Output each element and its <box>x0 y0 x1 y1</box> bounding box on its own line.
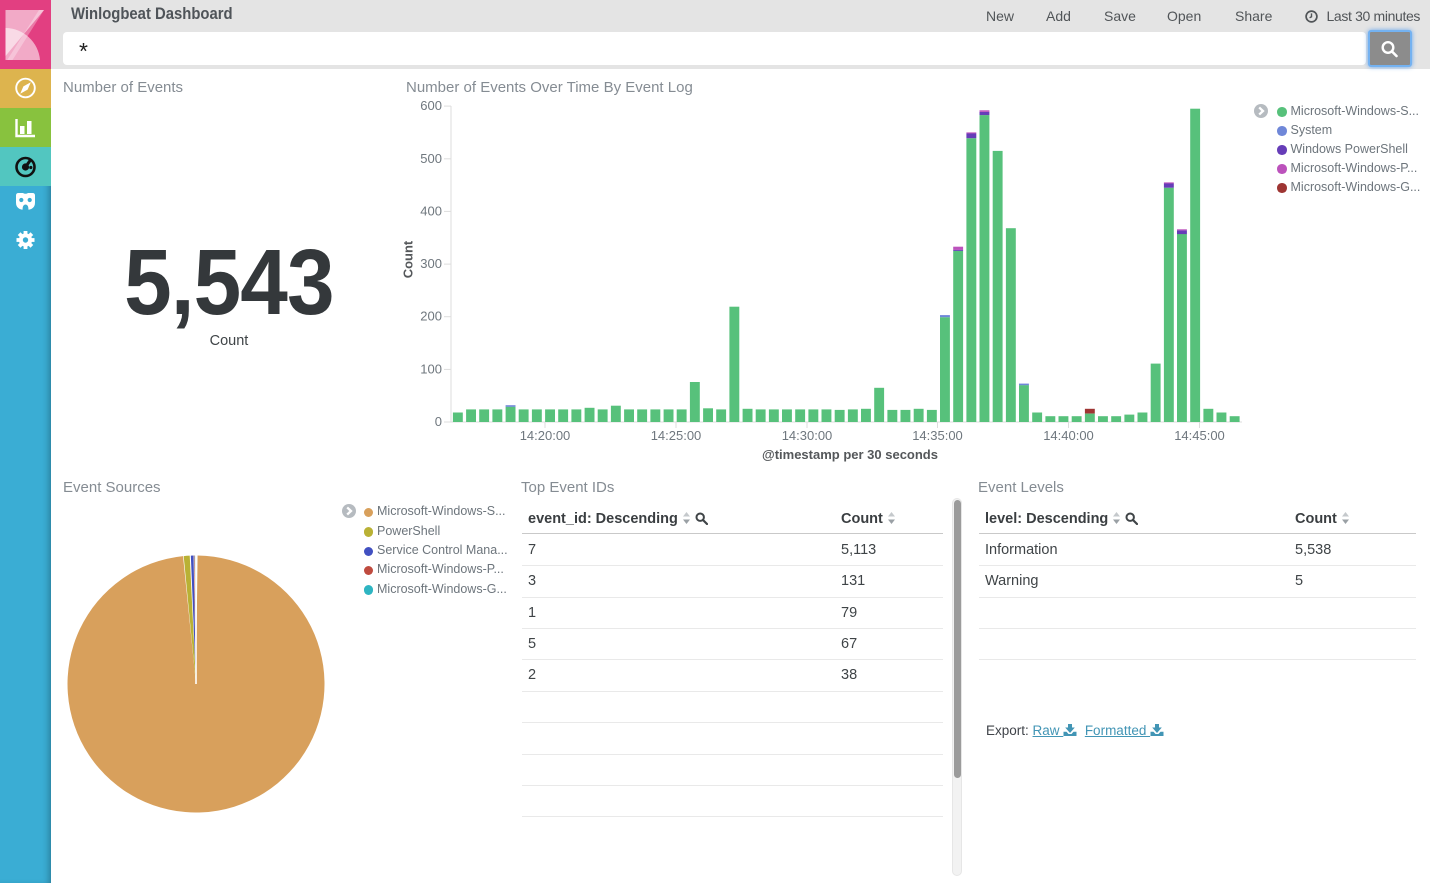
svg-text:14:25:00: 14:25:00 <box>651 428 702 443</box>
svg-text:100: 100 <box>420 361 442 376</box>
svg-text:14:35:00: 14:35:00 <box>912 428 963 443</box>
svg-text:14:20:00: 14:20:00 <box>520 428 571 443</box>
svg-text:200: 200 <box>420 309 442 324</box>
svg-text:300: 300 <box>420 256 442 271</box>
svg-text:400: 400 <box>420 203 442 218</box>
svg-text:14:45:00: 14:45:00 <box>1174 428 1225 443</box>
svg-text:14:40:00: 14:40:00 <box>1043 428 1094 443</box>
svg-text:14:30:00: 14:30:00 <box>782 428 833 443</box>
svg-text:0: 0 <box>435 414 442 429</box>
svg-text:600: 600 <box>420 98 442 113</box>
svg-text:500: 500 <box>420 151 442 166</box>
